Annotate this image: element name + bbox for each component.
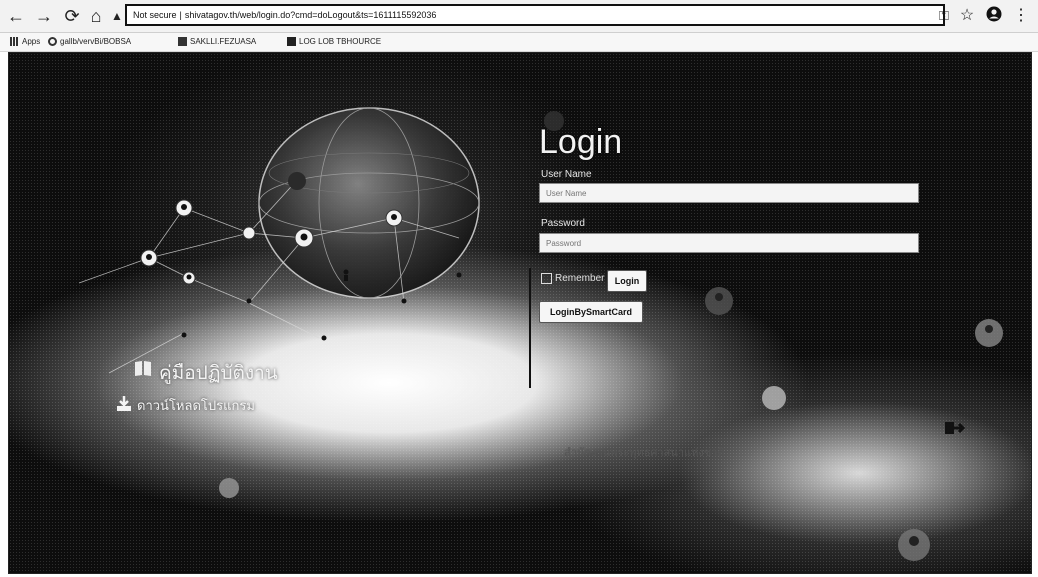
login-smartcard-button[interactable]: LoginBySmartCard <box>539 301 643 323</box>
username-label: User Name <box>541 169 592 180</box>
manual-book-icon <box>133 359 153 377</box>
bookmark-icon <box>178 37 187 47</box>
menu-kebab-icon[interactable]: ⋮ <box>1012 6 1030 26</box>
network-globe-illustration <box>78 107 1003 561</box>
bookmark-icon <box>287 37 296 47</box>
url-separator: | <box>179 10 182 20</box>
exit-icon[interactable] <box>944 419 966 437</box>
key-icon[interactable]: ⚿ <box>935 6 953 26</box>
bookmark-apps[interactable]: Apps <box>10 33 40 51</box>
footer-org-name: สำนักงานพระพุทธศาสนาแห่งชาติ <box>564 447 725 459</box>
bookmark-label: LOG LOB TBHOURCE <box>299 37 382 46</box>
login-button[interactable]: Login <box>607 270 647 292</box>
security-status[interactable]: Not secure <box>133 10 177 20</box>
panel-divider <box>529 268 531 388</box>
menu-user-manual[interactable]: คู่มือปฏิบัติงาน <box>159 358 278 388</box>
google-icon <box>48 37 57 47</box>
bookmark-item[interactable]: gallb/vervBi/BOBSA <box>48 33 131 51</box>
remember-label: Remember <box>555 273 605 285</box>
profile-icon[interactable] <box>985 6 1003 26</box>
login-page: คู่มือปฏิบัติงาน ดาวน์โหลดโปรแกรม สำนักง… <box>8 52 1032 574</box>
username-field[interactable] <box>539 183 919 203</box>
address-bar[interactable]: Not secure | shivatagov.th/web/login.do?cm… <box>125 4 945 26</box>
bookmark-item[interactable]: SAKLLI.FEZUASA <box>178 33 256 51</box>
password-label: Password <box>541 218 585 229</box>
bookmark-label: gallb/vervBi/BOBSA <box>60 37 132 46</box>
forward-arrow-icon[interactable]: → <box>34 6 54 26</box>
home-icon[interactable]: ⌂ <box>86 6 106 26</box>
login-title: Login <box>539 123 623 161</box>
apps-grid-icon <box>10 37 19 47</box>
download-icon <box>115 395 135 413</box>
bookmark-item[interactable]: LOG LOB TBHOURCE <box>287 33 381 51</box>
bookmarks-bar: Apps gallb/vervBi/BOBSA SAKLLI.FEZUASA L… <box>0 33 1038 52</box>
url-text: shivatagov.th/web/login.do?cmd=doLogout&… <box>184 10 437 20</box>
remember-me[interactable]: Remember <box>541 273 604 284</box>
menu-download-program[interactable]: ดาวน์โหลดโปรแกรม <box>137 395 255 416</box>
bookmark-label: SAKLLI.FEZUASA <box>190 37 257 46</box>
lock-warning-icon[interactable]: ▲ <box>107 6 127 26</box>
reload-icon[interactable]: ⟳ <box>62 6 82 26</box>
star-icon[interactable]: ☆ <box>958 6 976 26</box>
browser-toolbar: ← → ⟳ ⌂ ▲ Not secure | shivatagov.th/web/l… <box>0 0 1038 33</box>
back-arrow-icon[interactable]: ← <box>6 6 26 26</box>
password-field[interactable] <box>539 233 919 253</box>
remember-checkbox[interactable] <box>541 273 552 284</box>
bookmark-label: Apps <box>22 37 41 46</box>
